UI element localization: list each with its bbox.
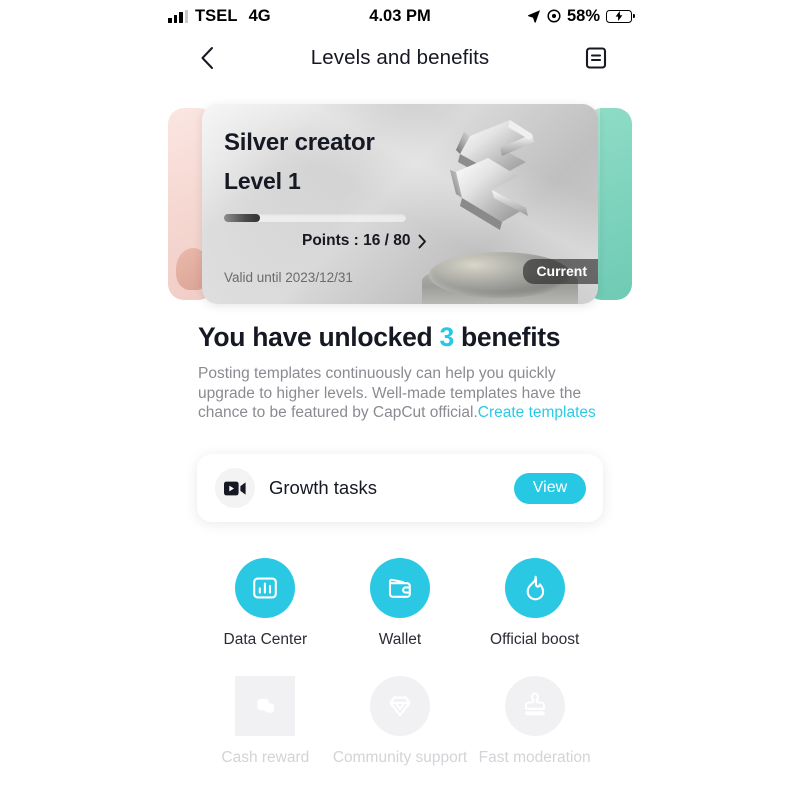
navigation-bar: Levels and benefits [168, 32, 632, 84]
status-bar-right: 58% [527, 6, 635, 26]
benefit-community-support[interactable]: Community support [333, 676, 468, 767]
points-row[interactable]: Points : 16 / 80 [302, 232, 427, 250]
page-title: Levels and benefits [310, 46, 490, 69]
current-level-badge: Current [523, 258, 598, 284]
flame-icon [504, 558, 565, 618]
coins-glyph [257, 698, 275, 713]
benefit-label: Data Center [223, 631, 308, 648]
benefit-data-center[interactable]: Data Center [198, 558, 333, 649]
benefit-label: Official boost [490, 631, 580, 648]
diamond-icon [370, 676, 430, 736]
create-templates-link[interactable]: Create templates [478, 404, 596, 421]
level-progress-fill [224, 214, 261, 222]
coins-icon [235, 676, 296, 736]
benefit-cash-reward[interactable]: Cash reward [198, 676, 333, 767]
benefits-row-locked: Cash reward Community support Fast moder… [198, 676, 602, 767]
benefit-label: Cash reward [221, 749, 310, 766]
valid-until-text: Valid until 2023/12/31 [224, 270, 353, 285]
battery-charging-icon [606, 9, 635, 23]
stamp-icon [504, 676, 565, 736]
alarm-icon [547, 9, 561, 23]
bar-chart-icon [235, 558, 296, 618]
unlocked-headline: You have unlocked 3 benefits [198, 322, 561, 353]
carrier-name: TSEL [195, 6, 238, 25]
benefit-fast-moderation[interactable]: Fast moderation [467, 676, 602, 767]
benefit-label: Wallet [378, 631, 422, 648]
benefits-row-unlocked: Data Center Wallet Official boost [198, 558, 602, 649]
level-card-current[interactable]: Silver creator Level 1 Points : 16 / 80 … [202, 104, 598, 304]
points-label: Points : 16 / 80 [302, 232, 411, 249]
capcut-logo-icon [450, 120, 534, 230]
level-progress-bar [224, 214, 406, 222]
video-camera-icon [215, 468, 255, 508]
wallet-icon [370, 558, 430, 618]
view-growth-tasks-button[interactable]: View [514, 472, 586, 504]
flame-glyph [526, 575, 544, 601]
level-number: Level 1 [224, 168, 301, 194]
location-arrow-icon [527, 10, 540, 23]
benefit-label: Fast moderation [478, 749, 591, 766]
diamond-glyph [389, 696, 411, 717]
chevron-right-icon [418, 234, 426, 248]
growth-tasks-label: Growth tasks [269, 477, 377, 498]
rules-list-icon [585, 47, 607, 69]
signal-bars-icon [168, 9, 188, 23]
description-text: Posting templates continuously can help … [198, 364, 598, 423]
benefit-official-boost[interactable]: Official boost [467, 558, 602, 649]
battery-percent: 58% [566, 6, 600, 25]
unlocked-count: 3 [439, 322, 455, 352]
back-button[interactable] [194, 45, 220, 71]
charging-bolt-icon [615, 11, 623, 21]
chevron-left-icon [201, 47, 213, 69]
status-bar-left: TSEL 4G [168, 7, 271, 26]
status-bar: TSEL 4G 4.03 PM 58% [168, 0, 635, 32]
video-camera-glyph [224, 481, 246, 495]
headline-before: You have unlocked [198, 322, 440, 352]
level-carousel[interactable]: Silver creator Level 1 Points : 16 / 80 … [168, 104, 632, 304]
headline-after: benefits [453, 322, 561, 352]
app-screen: TSEL 4G 4.03 PM 58% Levels and benefits … [0, 0, 800, 800]
benefit-label: Community support [332, 749, 468, 766]
rules-button[interactable] [584, 46, 608, 70]
network-type: 4G [248, 6, 271, 25]
stamp-glyph [524, 692, 545, 716]
wallet-glyph [388, 578, 411, 598]
benefits-grid: Data Center Wallet Official boost Cash r… [198, 558, 602, 767]
bar-chart-glyph [253, 577, 278, 599]
level-tier-name: Silver creator [224, 129, 375, 156]
growth-tasks-card[interactable]: Growth tasks View [197, 454, 603, 522]
benefit-wallet[interactable]: Wallet [333, 558, 468, 649]
